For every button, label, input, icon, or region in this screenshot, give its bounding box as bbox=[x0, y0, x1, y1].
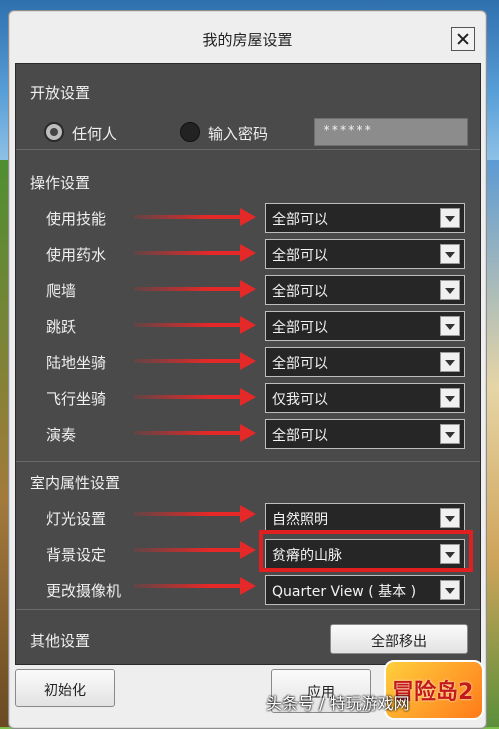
annotation-arrow bbox=[134, 352, 256, 370]
annotation-arrow bbox=[134, 505, 256, 523]
password-input[interactable]: ****** bbox=[314, 118, 468, 146]
label-use-potion: 使用药水 bbox=[46, 246, 107, 264]
label-perform: 演奏 bbox=[46, 426, 77, 444]
select-lighting[interactable]: 自然照明 bbox=[265, 503, 465, 533]
select-flying-mount-value: 仅我可以 bbox=[272, 392, 328, 408]
chevron-down-icon[interactable] bbox=[440, 352, 460, 372]
chevron-down-icon[interactable] bbox=[440, 508, 460, 528]
label-lighting: 灯光设置 bbox=[46, 510, 107, 528]
open-settings-title: 开放设置 bbox=[30, 84, 91, 102]
radio-anyone-label: 任何人 bbox=[72, 125, 118, 143]
game-background-right bbox=[485, 160, 499, 727]
chevron-down-icon[interactable] bbox=[440, 280, 460, 300]
label-flying-mount: 飞行坐骑 bbox=[46, 390, 107, 408]
label-use-skill: 使用技能 bbox=[46, 210, 107, 228]
reset-button[interactable]: 初始化 bbox=[15, 669, 115, 707]
select-use-skill[interactable]: 全部可以 bbox=[265, 203, 465, 233]
label-climb-wall: 爬墙 bbox=[46, 282, 77, 300]
chevron-down-icon[interactable] bbox=[440, 316, 460, 336]
select-camera-value: Quarter View ( 基本 ) bbox=[272, 584, 417, 600]
annotation-arrow bbox=[134, 388, 256, 406]
radio-password-label: 输入密码 bbox=[208, 125, 269, 143]
close-icon[interactable] bbox=[451, 27, 475, 51]
open-settings-section: 开放设置 任何人 输入密码 ****** bbox=[16, 64, 480, 149]
other-settings-section: 其他设置 全部移出 bbox=[16, 609, 480, 665]
label-jump: 跳跃 bbox=[46, 318, 77, 336]
select-use-potion[interactable]: 全部可以 bbox=[265, 239, 465, 269]
annotation-arrow bbox=[134, 280, 256, 298]
select-camera[interactable]: Quarter View ( 基本 ) bbox=[265, 575, 465, 605]
chevron-down-icon[interactable] bbox=[440, 208, 460, 228]
label-camera: 更改摄像机 bbox=[46, 582, 122, 600]
radio-password[interactable] bbox=[180, 122, 200, 142]
dialog-titlebar: 我的房屋设置 bbox=[9, 11, 486, 63]
indoor-settings-title: 室内属性设置 bbox=[30, 474, 121, 492]
other-settings-title: 其他设置 bbox=[30, 632, 91, 650]
select-jump-value: 全部可以 bbox=[272, 320, 328, 336]
operation-settings-title: 操作设置 bbox=[30, 174, 91, 192]
annotation-highlight-box bbox=[259, 530, 473, 572]
annotation-arrow bbox=[134, 244, 256, 262]
label-background: 背景设定 bbox=[46, 546, 107, 564]
radio-anyone[interactable] bbox=[44, 122, 64, 142]
reset-label: 初始化 bbox=[44, 683, 86, 699]
annotation-arrow bbox=[134, 316, 256, 334]
annotation-arrow bbox=[134, 208, 256, 226]
select-climb-wall[interactable]: 全部可以 bbox=[265, 275, 465, 305]
house-settings-dialog: 我的房屋设置 开放设置 任何人 输入密码 ****** 操作设置 使用技能 全部… bbox=[8, 10, 487, 729]
dialog-title: 我的房屋设置 bbox=[202, 31, 293, 49]
select-land-mount-value: 全部可以 bbox=[272, 356, 328, 372]
select-climb-wall-value: 全部可以 bbox=[272, 284, 328, 300]
chevron-down-icon[interactable] bbox=[440, 388, 460, 408]
chevron-down-icon[interactable] bbox=[440, 424, 460, 444]
select-use-potion-value: 全部可以 bbox=[272, 248, 328, 264]
chevron-down-icon[interactable] bbox=[440, 244, 460, 264]
select-flying-mount[interactable]: 仅我可以 bbox=[265, 383, 465, 413]
label-land-mount: 陆地坐骑 bbox=[46, 354, 107, 372]
chevron-down-icon[interactable] bbox=[440, 580, 460, 600]
select-jump[interactable]: 全部可以 bbox=[265, 311, 465, 341]
operation-settings-section: 操作设置 使用技能 全部可以 使用药水 全部可以 爬墙 全部可以 跳跃 全部可以 bbox=[16, 149, 480, 462]
select-land-mount[interactable]: 全部可以 bbox=[265, 347, 465, 377]
settings-panel: 开放设置 任何人 输入密码 ****** 操作设置 使用技能 全部可以 使用药水… bbox=[15, 63, 481, 665]
select-use-skill-value: 全部可以 bbox=[272, 212, 328, 228]
watermark-text: 头条号 / 特玩游戏网 bbox=[266, 694, 410, 713]
annotation-arrow bbox=[134, 424, 256, 442]
remove-all-label: 全部移出 bbox=[371, 634, 427, 650]
select-lighting-value: 自然照明 bbox=[272, 512, 328, 528]
select-perform-value: 全部可以 bbox=[272, 428, 328, 444]
annotation-arrow bbox=[134, 541, 256, 559]
remove-all-button[interactable]: 全部移出 bbox=[330, 624, 468, 654]
select-perform[interactable]: 全部可以 bbox=[265, 419, 465, 449]
annotation-arrow bbox=[134, 577, 256, 595]
